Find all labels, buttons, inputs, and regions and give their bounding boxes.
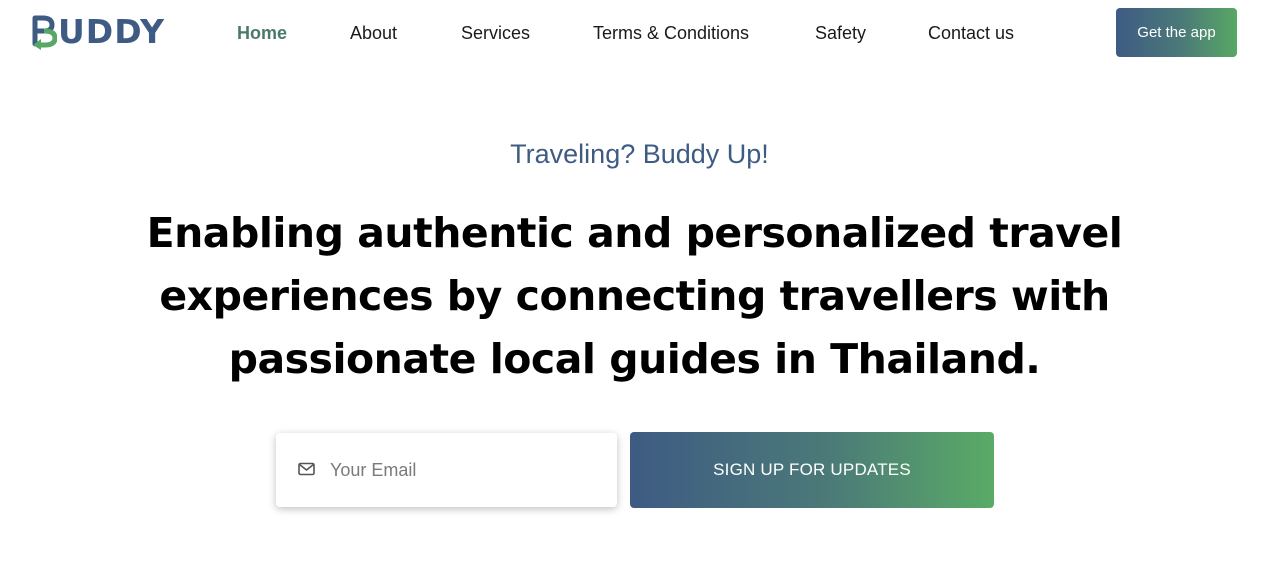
get-the-app-button[interactable]: Get the app — [1116, 8, 1237, 57]
main-nav: Home About Services Terms & Conditions S… — [0, 20, 1100, 46]
sign-up-for-updates-button[interactable]: SIGN UP FOR UPDATES — [630, 432, 994, 508]
nav-contact[interactable]: Contact us — [928, 20, 1014, 46]
hero-tagline: Traveling? Buddy Up! — [510, 139, 769, 169]
site-header: UDDY Home About Services Terms & Conditi… — [0, 0, 1279, 66]
nav-services[interactable]: Services — [461, 20, 530, 46]
page: UDDY Home About Services Terms & Conditi… — [0, 0, 1279, 587]
email-input[interactable] — [330, 453, 600, 487]
headline-line: passionate local guides in Thailand. — [228, 335, 1041, 383]
headline-line: Enabling authentic and personalized trav… — [146, 209, 1123, 257]
email-field-container — [276, 433, 617, 507]
hero-headline: Enabling authentic and personalized trav… — [100, 202, 1169, 391]
mail-icon — [298, 462, 315, 476]
nav-about[interactable]: About — [350, 20, 397, 46]
nav-safety[interactable]: Safety — [815, 20, 866, 46]
nav-home[interactable]: Home — [237, 20, 287, 46]
nav-terms[interactable]: Terms & Conditions — [593, 20, 749, 46]
headline-line: experiences by connecting travellers wit… — [159, 272, 1110, 320]
